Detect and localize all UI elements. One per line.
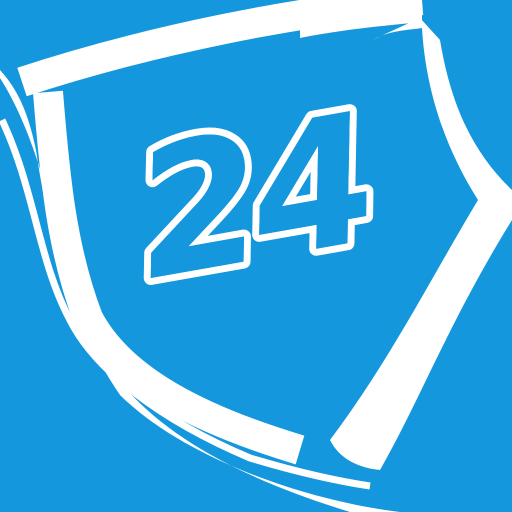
shield-24-icon: 24 24 — [0, 0, 512, 512]
app-icon[interactable]: 24 24 — [0, 0, 512, 512]
badge-number-fill: 24 — [121, 75, 385, 319]
badge-number: 24 24 — [114, 68, 392, 326]
